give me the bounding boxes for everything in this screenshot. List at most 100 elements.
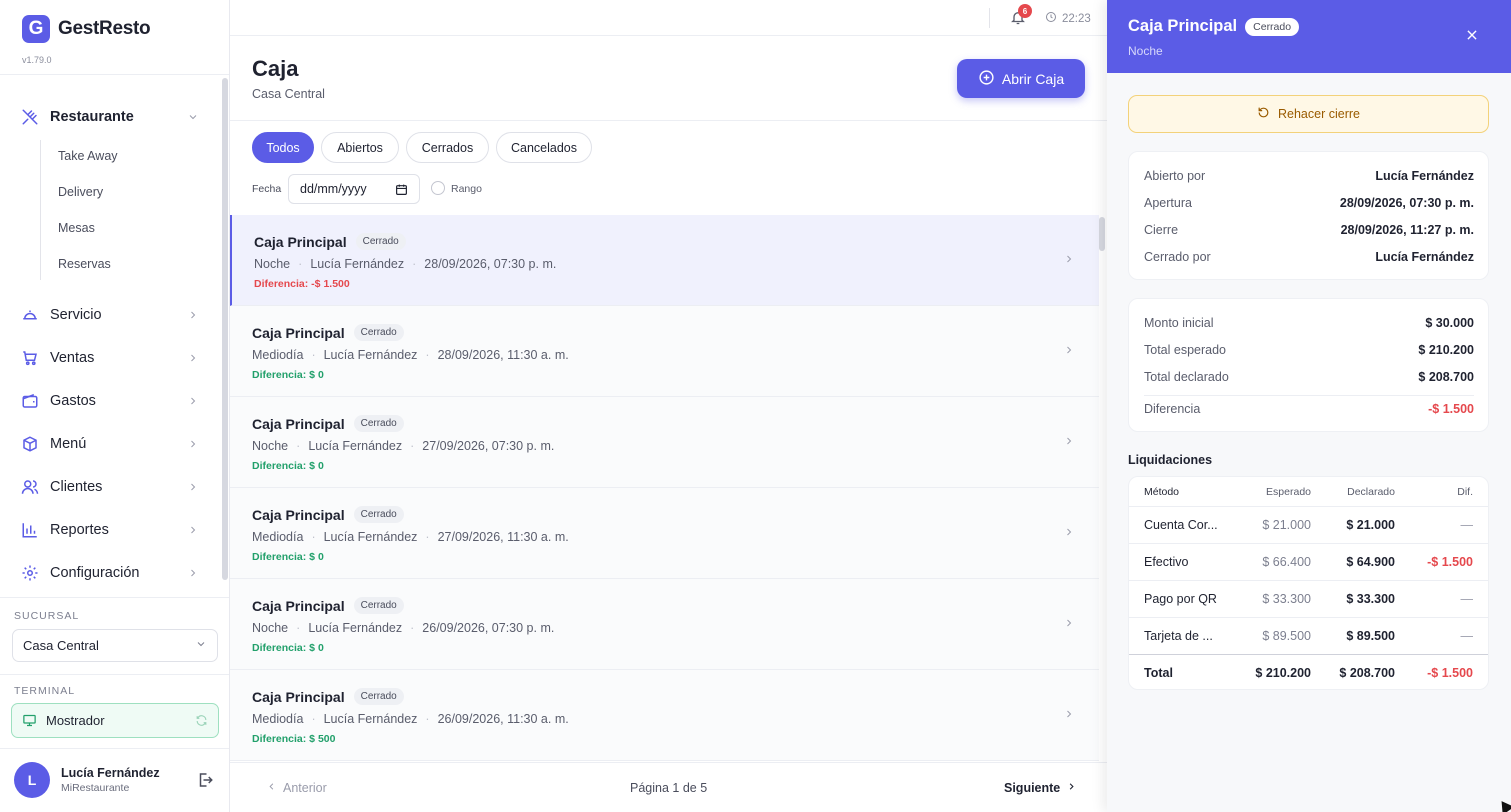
- date-placeholder: dd/mm/yyyy: [300, 182, 367, 196]
- total-value: $ 210.200: [1418, 343, 1474, 357]
- status-badge: Cerrado: [353, 688, 404, 705]
- detail-row: Abierto por Lucía Fernández: [1144, 169, 1474, 183]
- calendar-icon[interactable]: [395, 183, 408, 196]
- subnav-take-away[interactable]: Take Away: [58, 149, 118, 163]
- logout-icon[interactable]: [196, 771, 214, 789]
- next-label: Siguiente: [1004, 781, 1061, 795]
- branch-label: SUCURSAL: [14, 610, 80, 622]
- user-name: Lucía Fernández: [61, 766, 160, 780]
- nav-ventas[interactable]: Ventas: [20, 346, 200, 370]
- filter-todos[interactable]: Todos: [252, 132, 314, 163]
- total-row: Total declarado $ 208.700: [1144, 370, 1474, 384]
- row-shift: Noche: [252, 439, 289, 453]
- sidebar: G GestResto v1.79.0 Restaurante Take Awa…: [0, 0, 230, 812]
- nav-label: Gastos: [50, 393, 96, 409]
- divider: [0, 74, 229, 75]
- column-header: Esperado: [1266, 486, 1311, 498]
- filter-abiertos[interactable]: Abiertos: [321, 132, 399, 163]
- user-profile[interactable]: L Lucía Fernández MiRestaurante: [14, 761, 214, 799]
- page-info: Página 1 de 5: [630, 781, 708, 795]
- bar-chart-icon: [20, 520, 40, 540]
- subnav-delivery[interactable]: Delivery: [58, 185, 103, 199]
- row-difference: Diferencia: -$ 1.500: [254, 278, 350, 290]
- row-title: Caja Principal Cerrado: [252, 597, 404, 614]
- date-input[interactable]: dd/mm/yyyy: [288, 174, 420, 204]
- row-user: Lucía Fernández: [323, 348, 418, 362]
- nav-reportes[interactable]: Reportes: [20, 518, 200, 542]
- chevron-right-icon: [1063, 253, 1075, 265]
- terminal-label: TERMINAL: [14, 685, 76, 697]
- settlements-table: Método Esperado Declarado Dif. Cuenta Co…: [1128, 476, 1489, 690]
- nav-menu[interactable]: Menú: [20, 432, 200, 456]
- chevron-right-icon: [1063, 617, 1075, 629]
- detail-row: Apertura 28/09/2026, 07:30 p. m.: [1144, 196, 1474, 210]
- row-name: Caja Principal: [252, 506, 345, 523]
- list-item[interactable]: Caja Principal Cerrado Noche · Lucía Fern…: [230, 397, 1099, 488]
- divider: [0, 597, 229, 598]
- chevron-right-icon: [1066, 781, 1077, 795]
- list-item[interactable]: Caja Principal Cerrado Mediodía · Lucía F…: [230, 306, 1099, 397]
- list-scrollbar[interactable]: [1099, 217, 1105, 251]
- list-item[interactable]: Caja Principal Cerrado Noche · Lucía Fern…: [230, 579, 1099, 670]
- detail-row: Cerrado por Lucía Fernández: [1144, 250, 1474, 264]
- column-header: Dif.: [1457, 486, 1473, 498]
- open-register-button[interactable]: Abrir Caja: [957, 59, 1085, 98]
- nav-servicio[interactable]: Servicio: [20, 303, 200, 327]
- divider: [1129, 580, 1488, 581]
- range-radio[interactable]: [431, 181, 445, 195]
- terminal-select[interactable]: Mostrador: [11, 703, 219, 738]
- nav-gastos[interactable]: Gastos: [20, 389, 200, 413]
- filter-cancelados[interactable]: Cancelados: [496, 132, 592, 163]
- users-icon: [20, 477, 40, 497]
- chevron-right-icon: [1063, 708, 1075, 720]
- redo-close-label: Rehacer cierre: [1278, 107, 1360, 121]
- difference-row: Diferencia -$ 1.500: [1144, 402, 1474, 416]
- close-icon[interactable]: [1465, 28, 1479, 42]
- app-logo[interactable]: G GestResto: [22, 15, 151, 43]
- redo-close-button[interactable]: Rehacer cierre: [1128, 95, 1489, 133]
- total-value: $ 30.000: [1425, 316, 1474, 330]
- row-title: Caja Principal Cerrado: [252, 415, 404, 432]
- chevron-right-icon: [1063, 344, 1075, 356]
- status-badge: Cerrado: [353, 415, 404, 432]
- nav-clientes[interactable]: Clientes: [20, 475, 200, 499]
- refresh-icon[interactable]: [195, 714, 208, 727]
- row-datetime: 27/09/2026, 11:30 a. m.: [437, 530, 569, 544]
- branch-select[interactable]: Casa Central: [12, 629, 218, 662]
- divider: [1129, 617, 1488, 618]
- cell-diff: -$ 1.500: [1427, 555, 1473, 569]
- row-user: Lucía Fernández: [308, 621, 403, 635]
- cell-method: Efectivo: [1144, 555, 1189, 569]
- page-title: Caja: [252, 56, 299, 81]
- nav-restaurante[interactable]: Restaurante: [20, 105, 200, 129]
- column-header: Método: [1144, 486, 1180, 498]
- row-datetime: 28/09/2026, 07:30 p. m.: [424, 257, 557, 271]
- chevron-right-icon: [186, 523, 200, 537]
- filter-cerrados[interactable]: Cerrados: [406, 132, 489, 163]
- subnav-mesas[interactable]: Mesas: [58, 221, 95, 235]
- row-name: Caja Principal: [252, 688, 345, 705]
- cell-declared: $ 33.300: [1346, 592, 1395, 606]
- nav-label: Menú: [50, 436, 87, 452]
- row-meta: Noche · Lucía Fernández · 28/09/2026, 07:3…: [254, 257, 557, 271]
- cell-expected: $ 210.200: [1255, 666, 1311, 680]
- row-meta: Mediodía · Lucía Fernández · 26/09/2026, 1…: [252, 712, 569, 726]
- sidebar-scrollbar[interactable]: [222, 78, 228, 580]
- list-item[interactable]: Caja Principal Cerrado Mediodía · Lucía F…: [230, 670, 1099, 761]
- gear-icon: [20, 563, 40, 583]
- row-shift: Mediodía: [252, 348, 304, 362]
- next-page-button[interactable]: Siguiente: [1004, 781, 1077, 795]
- row-user: Lucía Fernández: [323, 712, 418, 726]
- list-item[interactable]: Caja Principal Cerrado Mediodía · Lucía F…: [230, 488, 1099, 579]
- nav-configuracion[interactable]: Configuración: [20, 561, 200, 585]
- subnav-reservas[interactable]: Reservas: [58, 257, 111, 271]
- row-difference: Diferencia: $ 0: [252, 369, 324, 381]
- list-item[interactable]: Caja Principal Cerrado Noche · Lucía Fern…: [230, 215, 1099, 306]
- cell-declared: $ 208.700: [1339, 666, 1395, 680]
- row-datetime: 27/09/2026, 07:30 p. m.: [422, 439, 555, 453]
- plus-circle-icon: [978, 69, 995, 89]
- difference-value: -$ 1.500: [1428, 402, 1474, 416]
- cell-declared: $ 64.900: [1346, 555, 1395, 569]
- previous-page-button[interactable]: Anterior: [266, 781, 327, 795]
- branch-value: Casa Central: [23, 638, 99, 653]
